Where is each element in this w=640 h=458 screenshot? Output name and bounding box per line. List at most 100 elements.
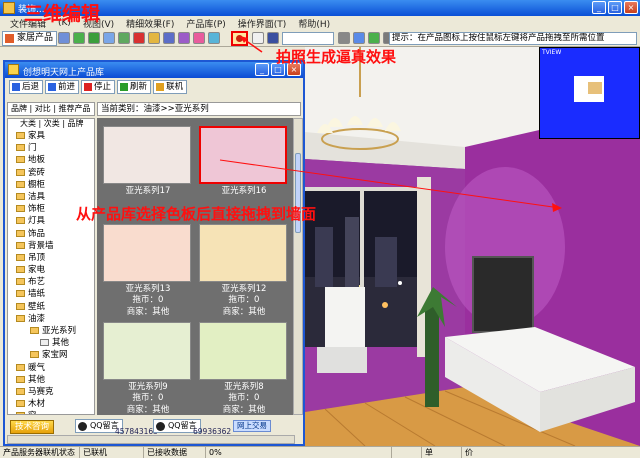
product-price: 拖币：0 bbox=[132, 295, 164, 305]
refresh-button[interactable]: 刷新 bbox=[117, 80, 152, 94]
export-icon[interactable] bbox=[88, 32, 100, 44]
status-received: 已接收数据 bbox=[144, 447, 206, 458]
folder-icon bbox=[16, 363, 25, 371]
tree-node[interactable]: 橱柜 bbox=[8, 179, 94, 191]
online-button[interactable]: 联机 bbox=[153, 80, 188, 94]
product-card[interactable]: 亚光系列13 拖币：0 商家：其他 bbox=[103, 224, 193, 318]
texture-icon[interactable] bbox=[178, 32, 190, 44]
light-icon[interactable] bbox=[208, 32, 220, 44]
tree-node[interactable]: 壁纸 bbox=[8, 301, 94, 313]
category-tree[interactable]: 大类 | 次类 | 品牌 家具门地板 瓷砖 橱柜 洁具 饰柜 灯具 饰品 背景墙 吊顶 家电 布艺墙… bbox=[7, 118, 95, 415]
product-card[interactable]: 亚光系列9 拖币：0 商家：其他 bbox=[103, 322, 193, 415]
close-button[interactable]: × bbox=[624, 1, 638, 14]
hint-box: 提示：在产品图标上按住鼠标左键将产品拖拽至所需位置 bbox=[389, 32, 637, 45]
color-swatch[interactable] bbox=[199, 126, 287, 184]
tree-node[interactable]: 亚光系列 bbox=[8, 325, 94, 337]
color-swatch[interactable] bbox=[103, 126, 191, 184]
maximize-button[interactable]: □ bbox=[608, 1, 622, 14]
color-swatch[interactable] bbox=[103, 322, 191, 380]
folder-icon bbox=[16, 156, 25, 164]
tree-node-label: 其他 bbox=[52, 338, 70, 349]
footer-scrollbar[interactable] bbox=[7, 435, 295, 444]
tree-node[interactable]: 木材 bbox=[8, 398, 94, 410]
color-wheel-icon[interactable] bbox=[193, 32, 205, 44]
tree-node[interactable]: 马赛克 bbox=[8, 386, 94, 398]
paint-icon[interactable] bbox=[148, 32, 160, 44]
tree-node[interactable]: 油漆 bbox=[8, 313, 94, 325]
tree-node[interactable]: 家宝网 bbox=[8, 349, 94, 361]
open-icon[interactable] bbox=[58, 32, 70, 44]
back-button[interactable]: 后退 bbox=[9, 80, 44, 94]
view-combo[interactable] bbox=[282, 32, 334, 45]
folder-icon bbox=[30, 351, 39, 359]
color-swatch[interactable] bbox=[199, 224, 287, 282]
material-icon[interactable] bbox=[163, 32, 175, 44]
tree-node-label: 墙纸 bbox=[28, 289, 46, 300]
tree-node[interactable]: 门 bbox=[8, 142, 94, 154]
product-vendor: 商家：其他 bbox=[222, 405, 266, 415]
folder-icon bbox=[16, 253, 25, 261]
folder-icon bbox=[16, 266, 25, 274]
walk-icon[interactable] bbox=[368, 32, 380, 44]
tree-node[interactable]: 墙纸 bbox=[8, 288, 94, 300]
stop-button[interactable]: 停止 bbox=[81, 80, 116, 94]
color-swatch[interactable] bbox=[199, 322, 287, 380]
tree-node[interactable]: 家具 bbox=[8, 130, 94, 142]
library-tabs[interactable]: 品牌 | 对比 | 推荐产品 bbox=[7, 102, 95, 116]
tree-node-label: 背景墙 bbox=[28, 240, 54, 251]
copy-icon[interactable] bbox=[118, 32, 130, 44]
folder-icon bbox=[16, 412, 25, 414]
tree-node[interactable]: 地板 bbox=[8, 154, 94, 166]
tree-node[interactable]: 家电 bbox=[8, 264, 94, 276]
tree-node[interactable]: 窗 bbox=[8, 410, 94, 414]
color-swatch[interactable] bbox=[103, 224, 191, 282]
menu-library[interactable]: 产品库(P) bbox=[180, 17, 231, 30]
rotate-icon[interactable] bbox=[103, 32, 115, 44]
product-card[interactable]: 亚光系列17 bbox=[103, 126, 193, 196]
home-products-button[interactable]: 家居产品 bbox=[2, 31, 58, 46]
photo-render-button[interactable] bbox=[231, 31, 248, 46]
tree-header[interactable]: 大类 | 次类 | 品牌 bbox=[8, 119, 94, 130]
menu-effect[interactable]: 精细效果(F) bbox=[120, 17, 180, 30]
grid-scrollbar[interactable] bbox=[293, 118, 303, 415]
tree-node-label: 饰品 bbox=[28, 228, 46, 239]
menu-help[interactable]: 帮助(H) bbox=[292, 17, 336, 30]
tech-consult-button[interactable]: 技术咨询 bbox=[10, 420, 55, 434]
product-card[interactable]: 亚光系列12 拖币：0 商家：其他 bbox=[199, 224, 289, 318]
tree-node[interactable]: 吊顶 bbox=[8, 252, 94, 264]
save-icon[interactable] bbox=[267, 32, 279, 44]
undo-icon[interactable] bbox=[252, 32, 264, 44]
toolbar-icons bbox=[58, 32, 220, 44]
tree-node-label: 地板 bbox=[28, 155, 46, 166]
forward-button[interactable]: 前进 bbox=[45, 80, 80, 94]
menu-interface[interactable]: 操作界面(T) bbox=[232, 17, 293, 30]
tree-node-label: 亚光系列 bbox=[42, 326, 77, 336]
tree-node[interactable]: 背景墙 bbox=[8, 240, 94, 252]
product-price: 拖币：0 bbox=[228, 295, 260, 305]
delete-icon[interactable] bbox=[133, 32, 145, 44]
tree-node[interactable]: 暖气 bbox=[8, 362, 94, 374]
arrow-icon[interactable] bbox=[353, 32, 365, 44]
toolbar-icons-right bbox=[338, 32, 395, 44]
library-minimize-button[interactable]: _ bbox=[255, 63, 269, 76]
status-progress: 0% bbox=[206, 447, 392, 458]
tree-node[interactable]: 其他 bbox=[8, 337, 94, 349]
product-price: 拖币：0 bbox=[132, 393, 164, 403]
product-name: 亚光系列16 bbox=[221, 186, 267, 196]
tree-node-label: 布艺 bbox=[28, 277, 46, 288]
tree-node[interactable]: 瓷砖 bbox=[8, 167, 94, 179]
tree-node[interactable]: 布艺 bbox=[8, 276, 94, 288]
camera-icon[interactable] bbox=[338, 32, 350, 44]
tree-node[interactable]: 饰品 bbox=[8, 228, 94, 240]
product-card[interactable]: 亚光系列8 拖币：0 商家：其他 bbox=[199, 322, 289, 415]
tree-node-label: 马赛克 bbox=[28, 386, 54, 397]
import-icon[interactable] bbox=[73, 32, 85, 44]
minimize-button[interactable]: _ bbox=[592, 1, 606, 14]
tree-node[interactable]: 其他 bbox=[8, 374, 94, 386]
status-online: 已联机 bbox=[80, 447, 144, 458]
product-card[interactable]: 亚光系列16 bbox=[199, 126, 289, 196]
tree-node[interactable]: 洁具 bbox=[8, 191, 94, 203]
mini-map[interactable]: TVIEW bbox=[539, 47, 640, 139]
online-trade-button[interactable]: 网上交易 bbox=[233, 420, 271, 432]
product-name: 亚光系列8 bbox=[224, 382, 264, 392]
